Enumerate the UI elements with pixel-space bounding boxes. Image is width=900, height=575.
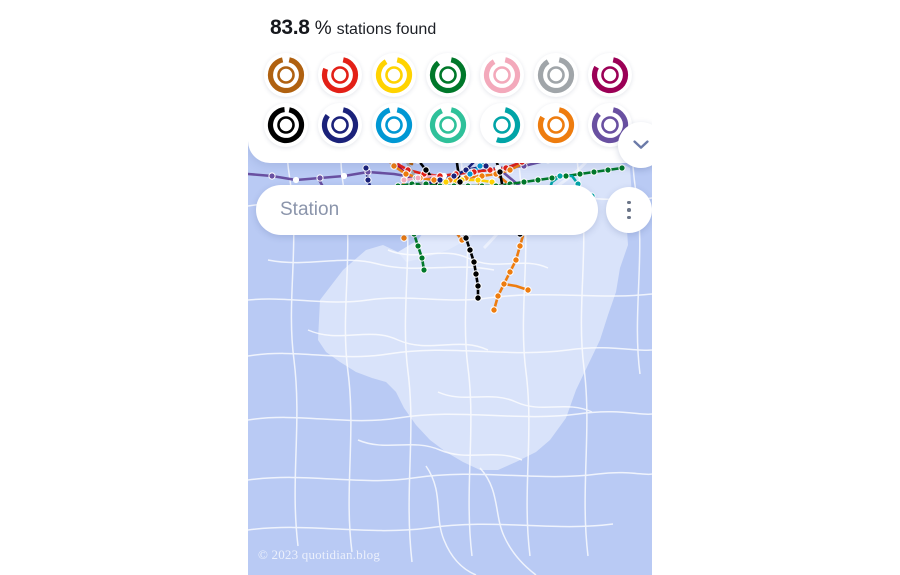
progress-donut-icon bbox=[429, 56, 467, 94]
line-progress-ring[interactable] bbox=[480, 103, 524, 147]
progress-donut-icon bbox=[591, 56, 629, 94]
kebab-dot-2 bbox=[627, 208, 631, 212]
kebab-dot-3 bbox=[627, 215, 631, 220]
kebab-dot-1 bbox=[627, 200, 631, 205]
line-progress-row-2 bbox=[264, 103, 636, 147]
line-progress-ring[interactable] bbox=[318, 53, 362, 97]
line-progress-ring[interactable] bbox=[318, 103, 362, 147]
progress-donut-icon bbox=[267, 56, 305, 94]
line-progress-ring[interactable] bbox=[372, 53, 416, 97]
progress-donut-icon bbox=[429, 106, 467, 144]
progress-donut-icon bbox=[537, 56, 575, 94]
line-progress-ring[interactable] bbox=[588, 53, 632, 97]
line-progress-row-1 bbox=[264, 53, 636, 97]
search-input[interactable] bbox=[278, 184, 576, 236]
stats-card: 83.8 % stations found bbox=[248, 0, 652, 163]
search-row bbox=[248, 183, 652, 237]
chevron-down-icon bbox=[633, 140, 649, 149]
stats-headline: 83.8 % stations found bbox=[270, 16, 652, 40]
overflow-menu-button[interactable] bbox=[606, 187, 652, 233]
line-progress-ring[interactable] bbox=[264, 53, 308, 97]
progress-donut-icon bbox=[321, 56, 359, 94]
progress-donut-icon bbox=[267, 106, 305, 144]
line-progress-ring[interactable] bbox=[426, 53, 470, 97]
progress-donut-icon bbox=[375, 56, 413, 94]
progress-donut-icon bbox=[483, 56, 521, 94]
line-progress-ring[interactable] bbox=[426, 103, 470, 147]
progress-donut-icon bbox=[375, 106, 413, 144]
phone-viewport: © 2023 quotidian.blog 83.8 % stations fo… bbox=[248, 0, 652, 575]
progress-donut-icon bbox=[537, 106, 575, 144]
line-progress-ring[interactable] bbox=[264, 103, 308, 147]
progress-donut-icon bbox=[483, 106, 521, 144]
line-progress-ring[interactable] bbox=[480, 53, 524, 97]
progress-donut-icon bbox=[321, 106, 359, 144]
line-progress-ring[interactable] bbox=[534, 53, 578, 97]
line-progress-ring[interactable] bbox=[372, 103, 416, 147]
line-progress-ring[interactable] bbox=[534, 103, 578, 147]
percent-sign: % bbox=[314, 18, 332, 39]
line-progress-rings bbox=[248, 53, 652, 147]
search-box[interactable] bbox=[256, 184, 598, 236]
percent-value: 83.8 bbox=[270, 16, 310, 39]
percent-label: stations found bbox=[336, 21, 437, 38]
